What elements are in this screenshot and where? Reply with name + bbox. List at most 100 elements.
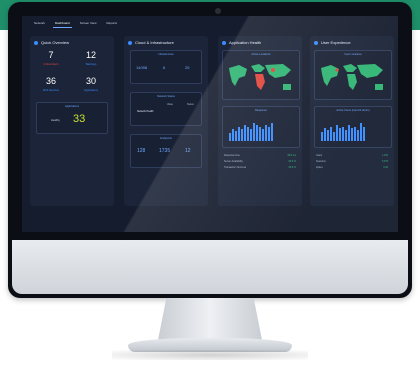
cloud-header: Cloud & Infrastructure bbox=[128, 40, 174, 45]
panel-title: Cloud & Infrastructure bbox=[135, 40, 174, 45]
stat-label: Warnings bbox=[85, 63, 97, 66]
world-map-icon bbox=[229, 64, 291, 90]
top-nav: Network Dashboard Screen View Reports bbox=[32, 20, 119, 28]
chart-bar bbox=[360, 123, 362, 141]
active-locations-map[interactable]: Active Locations bbox=[222, 50, 300, 100]
active-users-chart[interactable]: Active Users (Last 24 Hours) bbox=[314, 106, 392, 148]
metric-row: Apdex 0.94 bbox=[316, 166, 388, 169]
endpoint-value: 12 bbox=[185, 148, 191, 154]
box-title: Applications bbox=[65, 105, 79, 108]
panel-title: Application Health bbox=[229, 40, 262, 45]
infra-value: 14098 bbox=[136, 65, 148, 70]
chart-bar bbox=[327, 130, 329, 141]
chart-bar bbox=[321, 132, 323, 141]
user-exp-header: User Experience bbox=[314, 40, 351, 45]
chart-bar bbox=[250, 129, 252, 141]
chart-bar bbox=[351, 128, 353, 141]
metric-value: 1,234 bbox=[382, 154, 388, 157]
stat-value: 7 bbox=[48, 50, 54, 60]
monitor-chin bbox=[12, 240, 408, 294]
chart-bar bbox=[271, 123, 273, 141]
chart-bar bbox=[342, 126, 344, 141]
metric-label: Users bbox=[316, 154, 323, 157]
metric-label: Transaction Success bbox=[224, 166, 247, 169]
chart-bar bbox=[363, 126, 365, 141]
chart-bar bbox=[330, 126, 332, 141]
dashboard-screen: Network Dashboard Screen View Reports Qu… bbox=[22, 16, 398, 232]
stat-label: Web Services bbox=[43, 89, 59, 92]
tab-reports[interactable]: Reports bbox=[105, 20, 120, 28]
metric-value: 5,678 bbox=[382, 160, 388, 163]
tab-screen-view[interactable]: Screen View bbox=[78, 20, 99, 28]
stat-label: Critical Alerts bbox=[43, 63, 59, 66]
metric-row: Server Availability 99.9 % bbox=[224, 160, 296, 163]
metric-label: Sessions bbox=[316, 160, 326, 163]
apps-value: 33 bbox=[73, 113, 86, 125]
apps-label: Healthy bbox=[51, 119, 60, 122]
quick-overview-header: Quick Overview bbox=[34, 40, 69, 45]
endpoint-value: 128 bbox=[137, 148, 146, 154]
chart-bar bbox=[262, 129, 264, 141]
stat-value: 30 bbox=[85, 76, 96, 86]
metric-row: Response time 98.5 ms bbox=[224, 154, 296, 157]
user-experience-panel: User Experience User Locations Active Us… bbox=[310, 36, 394, 206]
infrastructure-box[interactable]: Infrastructure 14098 6 25 bbox=[130, 50, 202, 84]
metric-label: Response time bbox=[224, 154, 240, 157]
chart-bar bbox=[357, 130, 359, 141]
camera-icon bbox=[215, 8, 221, 14]
box-title: User Locations bbox=[344, 53, 362, 56]
world-map-icon bbox=[321, 64, 383, 90]
response-bars bbox=[229, 121, 273, 141]
stat-value: 36 bbox=[45, 76, 56, 86]
tab-network[interactable]: Network bbox=[32, 20, 47, 28]
chart-bar bbox=[339, 128, 341, 141]
chart-bar bbox=[259, 127, 261, 141]
infra-value: 25 bbox=[185, 65, 190, 70]
endpoint-value: 1735 bbox=[159, 148, 171, 154]
metric-label: Server Availability bbox=[224, 160, 243, 163]
chart-bar bbox=[229, 133, 231, 141]
box-title: Network Status bbox=[157, 95, 175, 98]
overview-icon bbox=[34, 40, 38, 45]
chart-bar bbox=[333, 132, 335, 141]
col-header: Value bbox=[167, 103, 173, 106]
chart-bar bbox=[324, 128, 326, 141]
applications-box[interactable]: Applications Healthy 33 bbox=[36, 102, 108, 134]
chart-bar bbox=[238, 127, 240, 141]
chart-bar bbox=[253, 123, 255, 141]
user-icon bbox=[314, 40, 318, 45]
metric-row: Sessions 5,678 bbox=[316, 160, 388, 163]
box-title: Infrastructure bbox=[158, 53, 174, 56]
chart-bar bbox=[232, 129, 234, 141]
stat-label: Applications bbox=[84, 89, 98, 92]
panel-title: User Experience bbox=[321, 40, 351, 45]
box-title: Active Locations bbox=[251, 53, 271, 56]
user-locations-map[interactable]: User Locations bbox=[314, 50, 392, 100]
chart-bar bbox=[247, 127, 249, 141]
box-title: Active Users (Last 24 Hours) bbox=[336, 109, 370, 112]
chart-bar bbox=[265, 125, 267, 141]
tab-dashboard[interactable]: Dashboard bbox=[53, 20, 72, 28]
metric-value: 0.94 bbox=[383, 166, 388, 169]
application-health-panel: Application Health Active Locations Resp… bbox=[218, 36, 302, 206]
box-title: Endpoints bbox=[160, 137, 172, 140]
heart-icon bbox=[222, 40, 226, 45]
app-health-header: Application Health bbox=[222, 40, 261, 45]
response-chart[interactable]: Response bbox=[222, 106, 300, 148]
stat-value: 12 bbox=[85, 50, 96, 60]
stand-shadow bbox=[112, 350, 308, 360]
chart-bar bbox=[345, 130, 347, 141]
chart-bar bbox=[348, 124, 350, 141]
monitor-stand-neck bbox=[158, 298, 262, 340]
chart-bar bbox=[235, 131, 237, 141]
users-bars bbox=[321, 121, 365, 141]
metric-value: 98.5 ms bbox=[287, 154, 296, 157]
network-status-box[interactable]: Network Status Value Status Network Heal… bbox=[130, 92, 202, 126]
metric-value: 99.9 % bbox=[288, 160, 296, 163]
endpoints-box[interactable]: Endpoints 128 1735 12 bbox=[130, 134, 202, 168]
metric-row: Transaction Success 98.8 % bbox=[224, 166, 296, 169]
chart-bar bbox=[256, 125, 258, 141]
cloud-infrastructure-panel: Cloud & Infrastructure Infrastructure 14… bbox=[124, 36, 208, 206]
monitor-bezel: Network Dashboard Screen View Reports Qu… bbox=[8, 2, 412, 298]
chart-bar bbox=[336, 124, 338, 141]
